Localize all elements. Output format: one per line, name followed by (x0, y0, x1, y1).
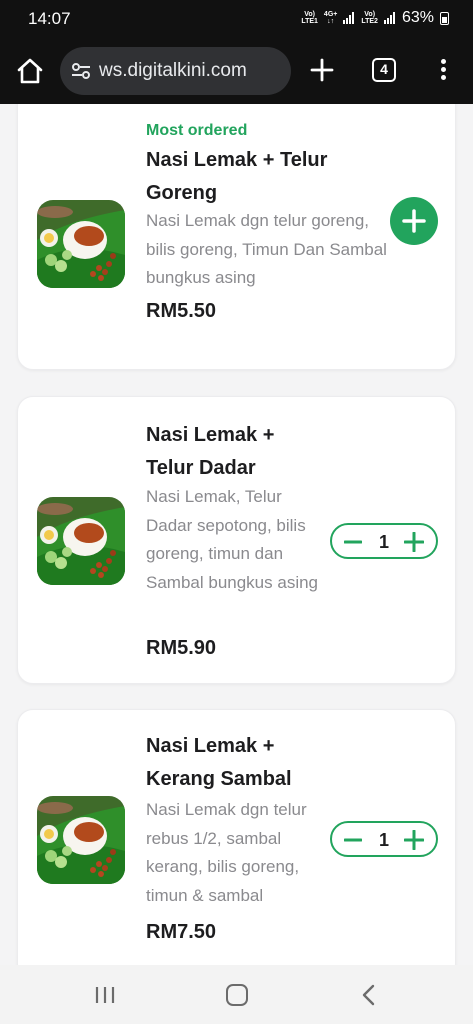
system-nav-bar (0, 965, 473, 1024)
most-ordered-badge: Most ordered (146, 122, 248, 139)
item-description: Nasi Lemak, Telur Dadar sepotong, bilis … (146, 487, 319, 592)
plus-icon (402, 209, 426, 233)
plus-icon (310, 58, 334, 82)
url-text[interactable]: ws.digitalkini.com (99, 60, 247, 82)
volte-2-indicator: Vo) LTE2 (361, 11, 378, 25)
food-image (37, 497, 125, 585)
menu-list[interactable]: Most ordered Nasi Lemak + Telur Goreng N… (0, 104, 473, 965)
status-time: 14:07 (28, 9, 71, 28)
signal-1-icon (343, 12, 355, 24)
signal-2-icon (383, 12, 396, 24)
menu-item-card[interactable]: Nasi Lemak + Telur Dadar Nasi Lemak, Tel… (17, 396, 456, 684)
status-bar: 14:07 Vo) LTE1 4G+ ↓↑ Vo) LTE2 63% (0, 0, 473, 38)
status-indicators: Vo) LTE1 4G+ ↓↑ Vo) LTE2 63% (301, 9, 449, 27)
item-title[interactable]: Nasi Lemak + Kerang Sambal (146, 730, 316, 796)
home-icon[interactable] (226, 984, 248, 1006)
browser-toolbar: ws.digitalkini.com 4 (0, 38, 473, 104)
menu-item-card[interactable]: Most ordered Nasi Lemak + Telur Goreng N… (17, 104, 456, 370)
quantity-stepper[interactable]: 1 (330, 821, 438, 857)
quantity-stepper[interactable]: 1 (330, 523, 438, 559)
item-price: RM7.50 (146, 921, 217, 943)
add-to-cart-button[interactable] (390, 197, 438, 245)
item-title[interactable]: Nasi Lemak + Telur Goreng (146, 144, 356, 210)
plus-icon[interactable] (404, 532, 424, 552)
site-settings-icon[interactable] (70, 60, 92, 82)
item-description: Nasi Lemak dgn telur goreng, bilis goren… (146, 211, 387, 287)
plus-icon[interactable] (404, 830, 424, 850)
volte-1-indicator: Vo) LTE1 (301, 11, 318, 25)
network-type-indicator: 4G+ ↓↑ (323, 11, 338, 25)
item-price: RM5.50 (146, 300, 217, 322)
menu-item-card[interactable]: Nasi Lemak + Kerang Sambal Nasi Lemak dg… (17, 709, 456, 965)
more-vert-icon[interactable] (436, 56, 450, 86)
item-title[interactable]: Nasi Lemak + Telur Dadar (146, 419, 306, 485)
home-button[interactable] (15, 56, 45, 86)
battery-icon (440, 11, 449, 25)
food-image (37, 796, 125, 884)
recents-icon[interactable] (94, 985, 116, 1005)
address-bar[interactable]: ws.digitalkini.com (60, 47, 291, 95)
battery-percent: 63% (401, 9, 434, 26)
food-image (37, 200, 125, 288)
item-description: Nasi Lemak dgn telur rebus 1/2, sambal k… (146, 800, 307, 905)
new-tab-button[interactable] (309, 57, 335, 83)
home-icon (17, 58, 43, 84)
tab-switcher-icon[interactable]: 4 (372, 58, 396, 82)
item-price: RM5.90 (146, 637, 217, 659)
back-icon[interactable] (360, 984, 376, 1006)
